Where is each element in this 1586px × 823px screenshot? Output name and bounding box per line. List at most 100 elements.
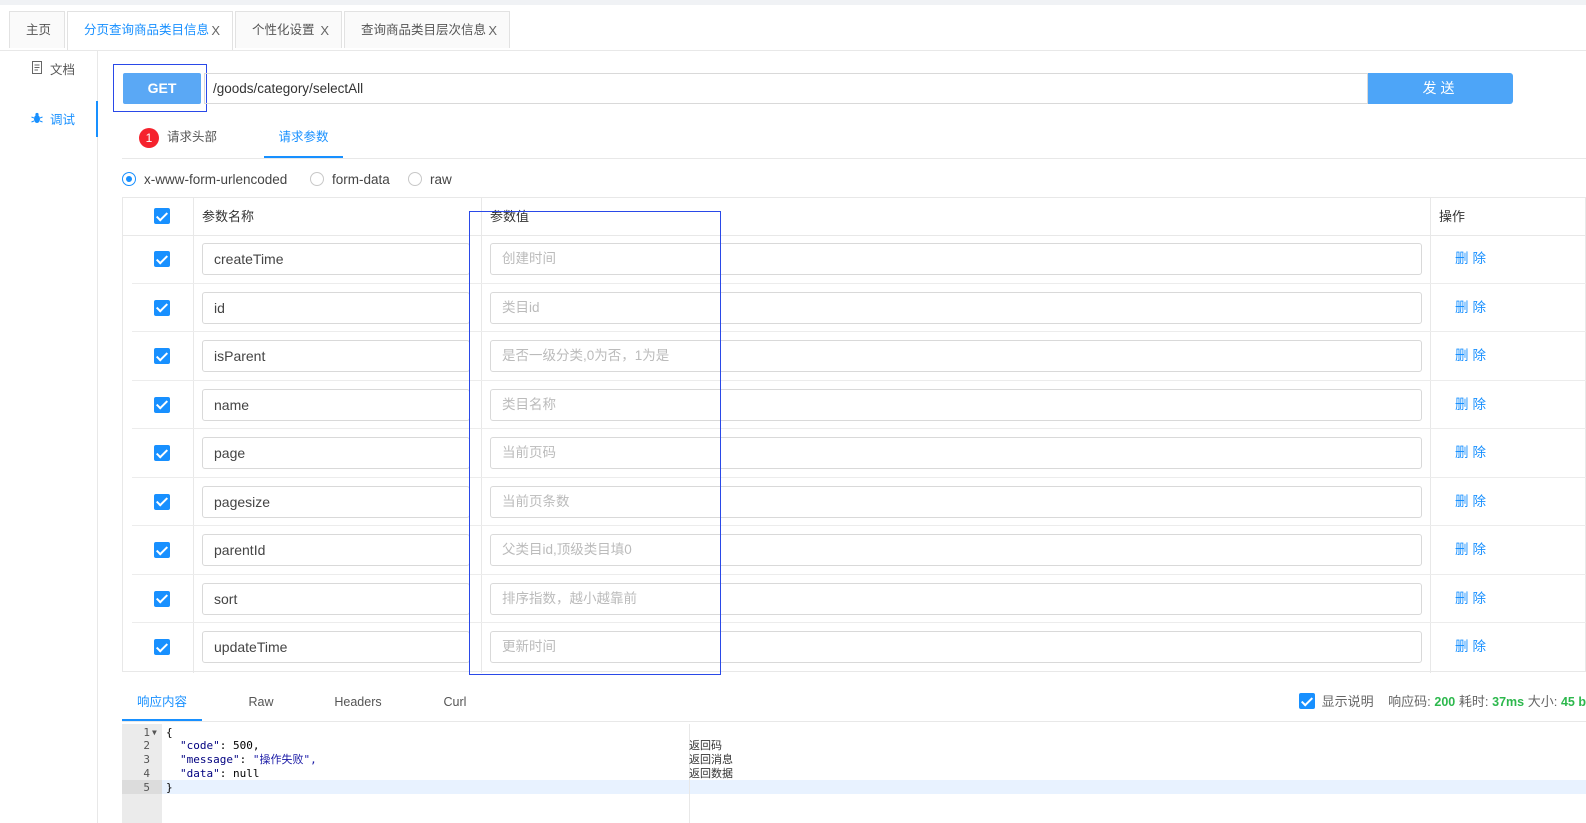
row-checkbox[interactable]	[154, 348, 170, 364]
delete-button[interactable]: 删除	[1455, 235, 1490, 283]
params-table: 参数名称 参数值 操作 createTime 创建时间 删除 id 类目id 删…	[122, 197, 1586, 673]
param-value-input[interactable]: 类目id	[490, 291, 1422, 324]
tab-category-page-query[interactable]: 分页查询商品类目信息 X	[67, 11, 233, 50]
json-key: "message"	[180, 753, 240, 766]
table-row: isParent 是否一级分类,0为否，1为是 删除	[132, 332, 1586, 381]
param-value-input[interactable]: 创建时间	[490, 243, 1422, 275]
param-value-input[interactable]: 是否一级分类,0为否，1为是	[490, 340, 1422, 372]
status-code: 200	[1434, 695, 1456, 709]
sidebar-active-indicator	[96, 101, 98, 137]
delete-button[interactable]: 删除	[1455, 623, 1490, 671]
json-separator: :	[239, 753, 253, 766]
close-icon[interactable]: X	[320, 12, 329, 49]
delete-button[interactable]: 删除	[1455, 332, 1490, 380]
param-value-input[interactable]: 当前页条数	[490, 485, 1422, 518]
response-time: 37ms	[1492, 695, 1525, 709]
row-checkbox[interactable]	[154, 590, 170, 607]
sidebar-item-docs[interactable]: 文档	[30, 58, 75, 82]
delete-button[interactable]: 删除	[1455, 478, 1490, 526]
param-name-input[interactable]: id	[202, 291, 470, 324]
response-tabs: 响应内容 Raw Headers Curl 显示说明 响应码: 200 耗时: …	[122, 684, 1586, 722]
status-label: 响应码:	[1388, 694, 1431, 709]
radio-indicator	[408, 172, 422, 186]
table-row: page 当前页码 删除	[132, 429, 1586, 478]
param-name-input[interactable]: sort	[202, 582, 470, 615]
param-value-input[interactable]: 当前页码	[490, 437, 1422, 469]
param-name-input[interactable]: name	[202, 388, 470, 421]
table-row: id 类目id 删除	[132, 284, 1586, 332]
tab-label: 分页查询商品类目信息	[84, 23, 210, 37]
url-input[interactable]: /goods/category/selectAll	[204, 73, 1368, 104]
tab-label: 个性化设置	[252, 23, 315, 37]
code-line: "message": "操作失败",	[180, 753, 317, 767]
row-checkbox[interactable]	[154, 396, 170, 413]
delete-button[interactable]: 删除	[1455, 381, 1490, 429]
table-row: pagesize 当前页条数 删除	[132, 478, 1586, 526]
radio-raw[interactable]: raw	[408, 171, 452, 189]
show-desc-checkbox[interactable]	[1298, 693, 1315, 709]
column-header-value: 参数值	[490, 209, 530, 224]
field-description: 返回码	[689, 739, 722, 752]
radio-label: form-data	[332, 172, 390, 187]
delete-button[interactable]: 删除	[1455, 284, 1490, 332]
column-header-name: 参数名称	[202, 209, 255, 224]
json-separator: :	[219, 767, 233, 780]
radio-form-data[interactable]: form-data	[310, 171, 390, 189]
select-all-checkbox[interactable]	[154, 208, 170, 224]
table-row: parentId 父类目id,顶级类目填0 删除	[132, 526, 1586, 575]
param-name-input[interactable]: parentId	[202, 534, 470, 566]
row-checkbox[interactable]	[154, 493, 170, 510]
line-number: 3	[143, 753, 150, 766]
radio-label: raw	[430, 172, 452, 187]
sidebar-item-debug[interactable]: 调试	[30, 108, 75, 132]
line-number: 2	[143, 739, 150, 752]
radio-indicator	[122, 172, 136, 186]
table-row: createTime 创建时间 删除	[132, 235, 1586, 284]
fold-arrow-icon[interactable]: ▼	[152, 728, 157, 737]
tab-category-hierarchy-query[interactable]: 查询商品类目层次信息 X	[344, 11, 510, 48]
tab-home[interactable]: 主页	[9, 11, 65, 48]
tab-response-content[interactable]: 响应内容	[122, 684, 202, 721]
close-icon[interactable]: X	[211, 12, 220, 49]
param-name-input[interactable]: updateTime	[202, 631, 470, 663]
row-checkbox[interactable]	[154, 542, 170, 558]
table-row: name 类目名称 删除	[132, 381, 1586, 429]
row-checkbox[interactable]	[154, 639, 170, 655]
param-name-input[interactable]: page	[202, 437, 470, 469]
bug-icon	[30, 108, 44, 132]
param-value-input[interactable]: 父类目id,顶级类目填0	[490, 534, 1422, 566]
tab-personal-settings[interactable]: 个性化设置 X	[235, 11, 342, 48]
tab-label: 主页	[26, 23, 52, 37]
param-name-input[interactable]: createTime	[202, 243, 470, 275]
active-line-highlight	[122, 780, 1586, 794]
line-number: 4	[143, 767, 150, 780]
code-line: "code": 500,	[180, 739, 260, 753]
param-name-input[interactable]: isParent	[202, 340, 470, 372]
row-checkbox[interactable]	[154, 251, 170, 267]
param-value-input[interactable]: 排序指数，越小越靠前	[490, 582, 1422, 615]
param-name-input[interactable]: pagesize	[202, 485, 470, 518]
time-label: 耗时:	[1458, 694, 1489, 709]
send-button[interactable]: 发送	[1368, 73, 1513, 104]
radio-urlencoded[interactable]: x-www-form-urlencoded	[122, 171, 287, 189]
response-editor[interactable]: 1 ▼ 2 3 4 5 { "code": 500, "message": "操…	[122, 724, 1586, 823]
column-header-action: 操作	[1439, 209, 1466, 224]
tab-raw[interactable]: Raw	[237, 684, 285, 721]
code-line: "data": null	[180, 767, 260, 781]
delete-button[interactable]: 删除	[1455, 429, 1490, 477]
tab-curl[interactable]: Curl	[434, 684, 476, 721]
row-checkbox[interactable]	[154, 445, 170, 461]
param-value-input[interactable]: 类目名称	[490, 388, 1422, 421]
row-checkbox[interactable]	[154, 299, 170, 316]
tab-label: 请求参数	[278, 130, 329, 144]
radio-indicator	[310, 172, 324, 186]
delete-button[interactable]: 删除	[1455, 526, 1490, 574]
sidebar: 文档 调试	[0, 51, 98, 823]
close-icon[interactable]: X	[488, 12, 497, 49]
tab-request-params[interactable]: 请求参数	[264, 120, 343, 158]
tab-headers[interactable]: Headers	[327, 684, 389, 721]
delete-button[interactable]: 删除	[1455, 575, 1490, 623]
response-size: 45 b	[1560, 695, 1586, 709]
tab-request-headers[interactable]: 1 请求头部	[139, 120, 217, 158]
param-value-input[interactable]: 更新时间	[490, 631, 1422, 663]
